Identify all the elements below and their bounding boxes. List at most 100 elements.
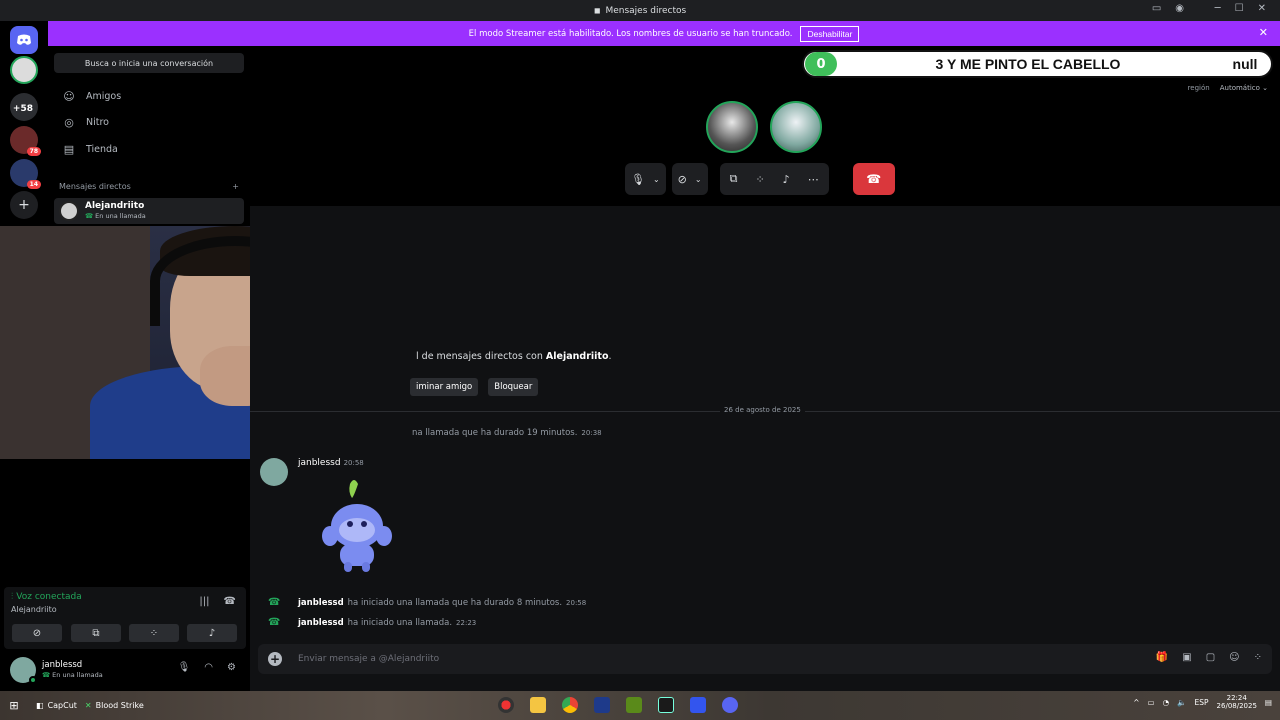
help-icon[interactable]: ◉ xyxy=(1175,3,1184,14)
nav-item-friends[interactable]: ☺ Amigos xyxy=(54,84,244,108)
region-selector[interactable]: región Automático ⌄ xyxy=(1188,84,1268,92)
server-avatar-1[interactable] xyxy=(10,56,38,84)
file-explorer-icon[interactable] xyxy=(530,697,546,713)
dm-text: Alejandriito ☎ En una llamada xyxy=(85,201,146,220)
taskbar-app-label: Blood Strike xyxy=(95,701,144,710)
region-label: región xyxy=(1187,84,1210,92)
gift-icon[interactable]: 🎁 xyxy=(1156,652,1168,663)
server-folder-1[interactable]: +58 xyxy=(10,93,38,121)
minimize-button[interactable]: ─ xyxy=(1215,3,1221,14)
dm-item-alejandriito[interactable]: Alejandriito ☎ En una llamada xyxy=(54,198,244,224)
emoji-icon[interactable]: ☺ xyxy=(1229,652,1239,663)
user-panel: janblessd ☎ En una llamada 🎙 ◠ ⚙ xyxy=(4,652,246,688)
phone-icon: ☎ xyxy=(268,617,281,628)
discord-small-icon: ◼ xyxy=(593,6,601,15)
user-avatar[interactable] xyxy=(10,657,37,684)
server-avatar-2[interactable]: 78 xyxy=(10,126,41,156)
nav-item-nitro[interactable]: ◎ Nitro xyxy=(54,110,244,134)
disconnect-icon[interactable]: ☎ xyxy=(224,596,236,607)
dm-status: ☎ En una llamada xyxy=(85,212,146,220)
capcut-taskbar-icon[interactable] xyxy=(658,697,674,713)
avatar xyxy=(59,201,79,221)
video-button[interactable]: ⊘ xyxy=(12,624,62,642)
dm-section-header: Mensajes directos + xyxy=(59,182,239,191)
more-options-icon[interactable]: ⋯ xyxy=(808,173,819,186)
intro-end: . xyxy=(608,351,612,362)
call-log-author[interactable]: janblessd xyxy=(298,618,344,628)
remove-friend-button[interactable]: iminar amigo xyxy=(410,378,479,396)
add-server-button[interactable]: + xyxy=(10,191,38,219)
chrome-icon[interactable] xyxy=(562,697,578,713)
record-app-icon[interactable] xyxy=(498,697,514,713)
activities-icon[interactable]: ⁘ xyxy=(755,173,764,186)
discord-logo-icon xyxy=(17,34,31,45)
activities-button[interactable]: ⁘ xyxy=(129,624,179,642)
screen-share-icon[interactable]: ⧉ xyxy=(730,172,738,186)
chevron-down-icon[interactable]: ⌄ xyxy=(695,175,702,184)
voice-icons: ||| ☎ xyxy=(199,596,236,607)
server-avatar-3[interactable]: 14 xyxy=(10,159,41,189)
call-log-author[interactable]: janblessd xyxy=(298,598,344,608)
maximize-button[interactable]: ☐ xyxy=(1235,3,1244,14)
close-banner-icon[interactable]: ✕ xyxy=(1259,26,1268,39)
server-badge: 14 xyxy=(26,180,41,189)
chevron-down-icon[interactable]: ⌄ xyxy=(653,175,660,184)
wumpus-sticker-icon[interactable] xyxy=(310,476,400,576)
create-dm-icon[interactable]: + xyxy=(232,182,239,191)
soundboard-button[interactable]: ♪ xyxy=(187,624,237,642)
camera-control-group[interactable]: ⊘ ⌄ xyxy=(671,163,708,195)
voice-connected-panel: ⫶ Voz conectada Alejandriito ||| ☎ ⊘ ⧉ ⁘… xyxy=(4,587,246,649)
voice-status[interactable]: ⫶ Voz conectada xyxy=(11,592,82,602)
block-button[interactable]: Bloquear xyxy=(488,378,539,396)
discord-taskbar-icon[interactable] xyxy=(722,697,738,713)
language-indicator[interactable]: ESP xyxy=(1195,698,1209,707)
screen-share-button[interactable]: ⧉ xyxy=(71,624,121,642)
nav-item-shop[interactable]: ▤ Tienda xyxy=(54,137,244,161)
close-window-button[interactable]: ✕ xyxy=(1258,3,1266,14)
headphones-icon[interactable]: ◠ xyxy=(204,662,213,673)
user-status: ☎ En una llamada xyxy=(42,671,103,679)
tray-chevron-icon[interactable]: ^ xyxy=(1133,698,1139,707)
attach-plus-icon[interactable]: + xyxy=(268,652,282,666)
message-author[interactable]: janblessd xyxy=(298,458,341,468)
search-conversation-button[interactable]: Busca o inicia una conversación xyxy=(54,53,244,73)
windows-start-icon[interactable]: ⊞ xyxy=(0,691,28,720)
soundboard-icon[interactable]: ♪ xyxy=(783,173,790,186)
mic-control-group[interactable]: 🎙 ⌄ xyxy=(625,163,666,195)
taskbar-app-bloodstrike[interactable]: ✕ Blood Strike xyxy=(85,701,144,710)
hang-up-button[interactable]: ☎ xyxy=(852,163,895,195)
call-participant-janblessd[interactable] xyxy=(770,101,822,153)
discord-home-button[interactable] xyxy=(10,26,38,54)
streamer-mode-banner: El modo Streamer está habilitado. Los no… xyxy=(48,21,1280,46)
roblox-icon[interactable] xyxy=(690,697,706,713)
message-header: janblessd 20:58 xyxy=(298,458,364,468)
gif-icon[interactable]: ▣ xyxy=(1182,652,1191,663)
apps-icon[interactable]: ⁘ xyxy=(1254,652,1262,663)
voice-channel[interactable]: Alejandriito xyxy=(11,605,57,614)
window-title: Mensajes directos xyxy=(605,5,687,16)
battery-icon[interactable]: ▭ xyxy=(1148,698,1155,707)
notifications-icon[interactable]: ▤ xyxy=(1265,698,1272,707)
taskbar-app-capcut[interactable]: ◧ CapCut xyxy=(36,701,77,710)
noise-suppression-icon[interactable]: ||| xyxy=(199,596,209,607)
inbox-icon[interactable]: ▭ xyxy=(1152,3,1161,14)
message-avatar[interactable] xyxy=(260,458,288,486)
disable-streamer-button[interactable]: Deshabilitar xyxy=(800,25,860,42)
clock[interactable]: 22:24 26/08/2025 xyxy=(1217,694,1257,711)
sticker-icon[interactable]: ▢ xyxy=(1206,652,1215,663)
call-log-text: na llamada que ha durado 19 minutos. xyxy=(412,428,578,438)
user-controls: 🎙 ◠ ⚙ xyxy=(178,662,236,673)
nvidia-icon[interactable] xyxy=(626,697,642,713)
microphone-icon: 🎙 xyxy=(631,172,645,186)
terminal-icon[interactable] xyxy=(594,697,610,713)
volume-icon[interactable]: 🔈 xyxy=(1177,698,1186,707)
settings-gear-icon[interactable]: ⚙ xyxy=(227,662,236,673)
streamer-banner-text: El modo Streamer está habilitado. Los no… xyxy=(468,28,793,39)
signal-icon: ⫶ xyxy=(11,592,14,602)
call-participant-alejandriito[interactable] xyxy=(706,101,758,153)
message-input[interactable]: Enviar mensaje a @Alejandriito xyxy=(298,654,439,664)
network-icon[interactable]: ◔ xyxy=(1163,698,1170,707)
titlebar-extra-icons: ▭ ◉ xyxy=(1152,3,1184,14)
microphone-icon[interactable]: 🎙 xyxy=(178,662,191,673)
nav-label: Tienda xyxy=(86,143,118,155)
